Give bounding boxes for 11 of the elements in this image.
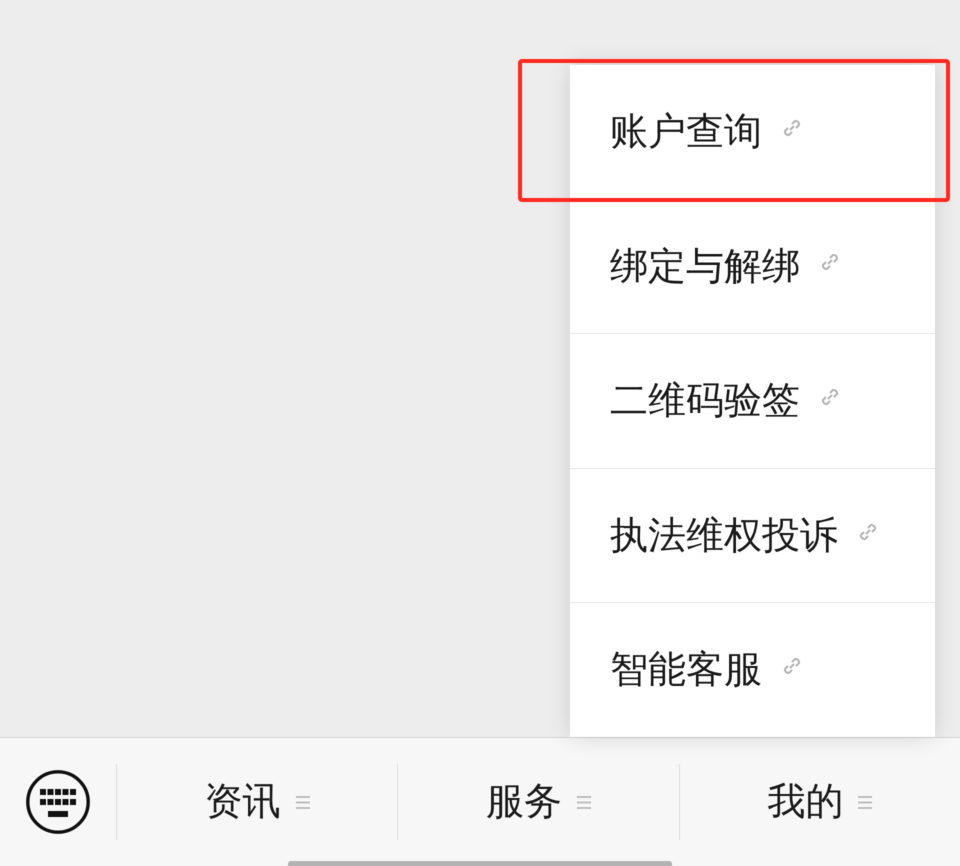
menu-item[interactable]: 二维码验签 [570,333,935,468]
menu-item[interactable]: 绑定与解绑 [570,198,935,334]
keyboard-icon[interactable] [26,770,90,834]
menu-item[interactable]: 账户查询 [570,65,935,199]
menu-icon [858,796,872,808]
menu-tab[interactable]: 资讯 [116,764,398,840]
menu-tab[interactable]: 服务 [397,764,679,840]
menu-tab[interactable]: 我的 [678,764,960,840]
menu-icon [296,796,310,808]
menu-icon [576,796,591,808]
menu-item[interactable]: 执法维权投诉 [570,468,935,602]
